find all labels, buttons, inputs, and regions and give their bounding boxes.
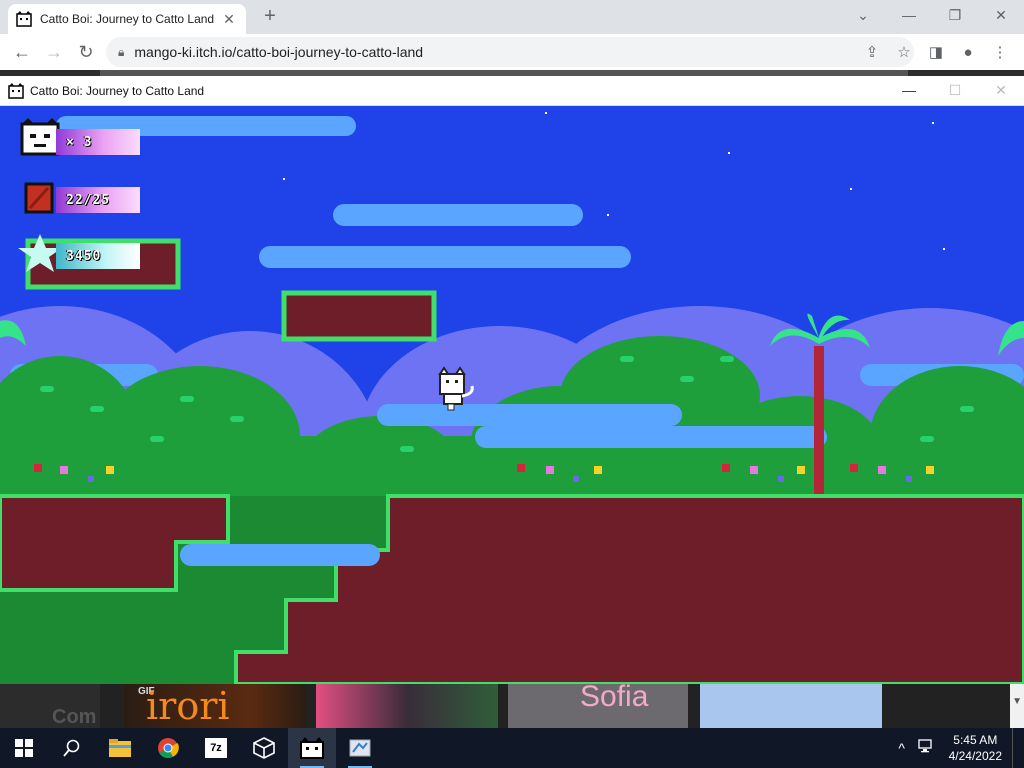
browser-tab[interactable]: Catto Boi: Journey to Catto Land ✕ [8,4,246,34]
tab-close-icon[interactable]: ✕ [220,11,238,28]
7zip-icon[interactable]: 7z [192,728,240,768]
scroll-down-arrow-icon[interactable]: ▼ [1012,696,1022,707]
system-tray: ^ 5:45 AM 4/24/2022 [891,728,1024,768]
game-thumbnail-4[interactable] [700,684,882,728]
game-thumbnail-2[interactable] [316,684,498,728]
file-explorer-icon[interactable] [96,728,144,768]
thumb-title-sofia: Sofia [580,684,649,713]
back-arrow-icon[interactable]: ← [6,36,38,68]
network-icon[interactable] [913,738,939,758]
game-window-titlebar: Catto Boi: Journey to Catto Land — ☐ ✕ [0,76,1024,106]
window-minimize-button[interactable]: — [886,0,932,30]
browser-toolbar: ← → ↻ 🔒︎ mango-ki.itch.io/catto-boi-jour… [0,34,1024,70]
page-below-game: Com GIF irori Sofia ▼ [0,684,1024,728]
forward-arrow-icon[interactable]: → [38,36,70,68]
share-icon[interactable]: ⇪ [856,43,888,61]
taskbar: 7z ^ 5:45 AM 4/24/2022 [0,728,1024,768]
side-panel-icon[interactable]: ◨ [920,43,952,61]
low-cloud [180,544,380,566]
window-restore-button[interactable]: ❐ [932,0,978,30]
thumb-title-irori: irori [146,684,230,728]
new-tab-button[interactable]: + [258,6,282,28]
clock-date: 4/24/2022 [948,749,1002,763]
game-thumbnail-irori[interactable]: GIF irori [124,684,306,728]
scrollbar[interactable]: ▼ [1010,684,1024,728]
game-close-button[interactable]: ✕ [978,82,1024,99]
start-icon[interactable] [0,728,48,768]
browser-tab-bar: Catto Boi: Journey to Catto Land ✕ + ⌄ —… [0,0,1024,34]
game-canvas[interactable]: × 3 22/25 3450 [0,106,1024,684]
catto-favicon-icon [16,11,32,27]
menu-kebab-icon[interactable]: ⋮ [984,43,1016,61]
tab-title: Catto Boi: Journey to Catto Land [40,12,215,26]
profile-avatar-icon[interactable]: ● [952,44,984,61]
tray-chevron-icon[interactable]: ^ [891,740,913,756]
crate-icon [24,182,54,214]
reload-icon[interactable]: ↻ [70,36,102,68]
game-scene [0,112,1024,684]
game-maximize-button: ☐ [948,82,962,98]
3d-viewer-icon[interactable] [240,728,288,768]
floating-platform [281,290,437,342]
game-minimize-button[interactable]: — [886,82,932,99]
game-thumbnail-sofia[interactable]: Sofia [508,684,688,728]
url-text[interactable]: mango-ki.itch.io/catto-boi-journey-to-ca… [134,44,423,60]
lock-icon: 🔒︎ [118,44,125,59]
catto-boi-taskbar-icon[interactable] [288,728,336,768]
7zip-label: 7z [205,738,227,758]
crate-counter: 22/25 [56,187,140,213]
window-close-button[interactable]: ✕ [978,0,1024,30]
search-icon[interactable] [48,728,96,768]
paint-icon[interactable] [336,728,384,768]
comments-heading-partial: Com [52,706,97,728]
show-desktop-button[interactable] [1012,728,1024,768]
clock[interactable]: 5:45 AM 4/24/2022 [939,732,1012,764]
lives-counter: × 3 [56,129,140,155]
bookmark-star-icon[interactable]: ☆ [888,43,920,61]
cat-face-icon [20,118,60,156]
tab-search-icon[interactable]: ⌄ [840,0,886,30]
address-bar[interactable]: 🔒︎ mango-ki.itch.io/catto-boi-journey-to… [106,37,914,67]
score-counter: 3450 [56,243,140,269]
chrome-icon[interactable] [144,728,192,768]
catto-window-icon [8,82,24,99]
clock-time: 5:45 AM [953,733,998,747]
game-window-title: Catto Boi: Journey to Catto Land [30,83,205,98]
